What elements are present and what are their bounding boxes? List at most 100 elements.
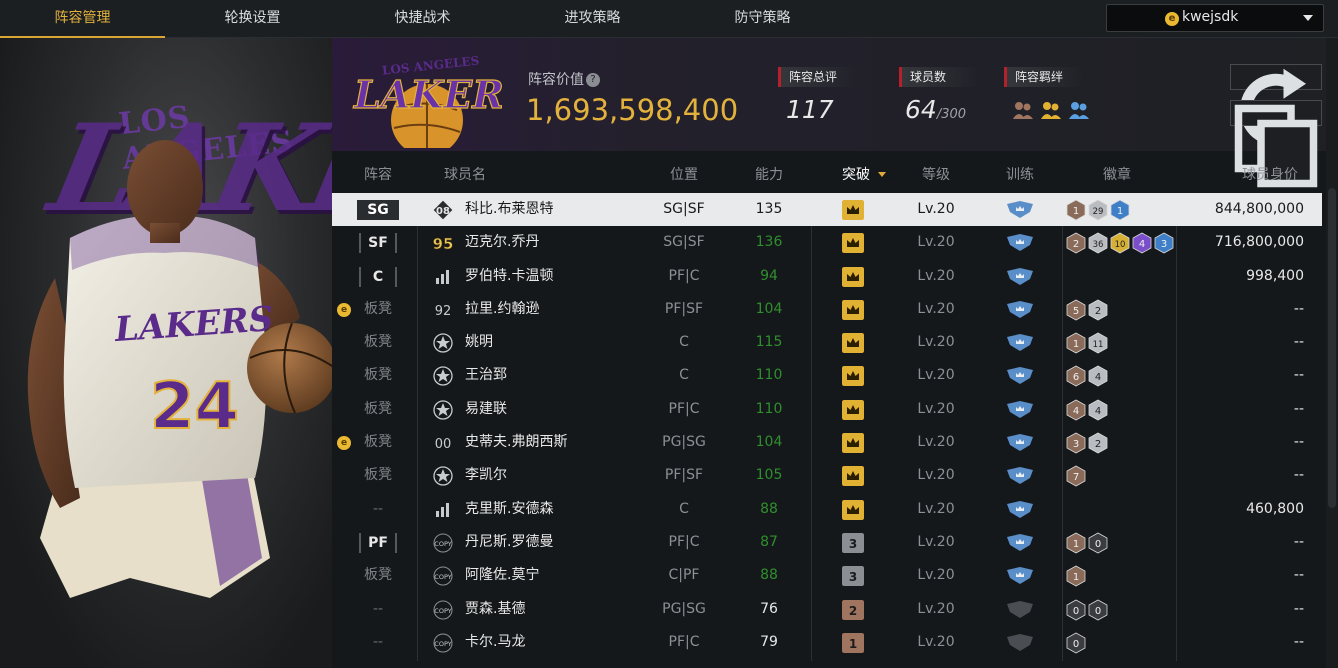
- tab-lineup[interactable]: 阵容管理: [0, 0, 165, 38]
- col-position[interactable]: 位置: [658, 164, 710, 184]
- scrollbar-thumb[interactable]: [1328, 188, 1336, 508]
- col-training[interactable]: 训练: [994, 164, 1046, 184]
- training-shield-icon[interactable]: [1006, 367, 1034, 385]
- breakthrough-crown-icon[interactable]: [842, 466, 864, 487]
- player-name[interactable]: 姚明: [465, 326, 655, 359]
- account-dropdown[interactable]: e kwejsdk: [1106, 4, 1324, 32]
- col-lineup[interactable]: 阵容: [352, 164, 404, 184]
- table-row[interactable]: -- COPY 贾森.基德 PG|SG 76 2 Lv.20 0 0 --: [332, 593, 1322, 626]
- badge-icon[interactable]: 0: [1066, 632, 1086, 654]
- breakthrough-crown-icon[interactable]: 3: [842, 532, 864, 553]
- badge-icon[interactable]: 1: [1110, 199, 1130, 221]
- col-level[interactable]: 等级: [910, 164, 962, 184]
- bond-gold-icon[interactable]: [1040, 100, 1062, 120]
- select-button[interactable]: 选拔: [1230, 64, 1322, 183]
- player-name[interactable]: 科比.布莱恩特: [465, 193, 655, 226]
- badge-icon[interactable]: 3: [1154, 232, 1174, 254]
- lineup-none[interactable]: --: [332, 493, 424, 526]
- badge-icon[interactable]: 6: [1066, 365, 1086, 387]
- badge-icon[interactable]: 5: [1066, 299, 1086, 321]
- col-badges[interactable]: 徽章: [1087, 164, 1147, 184]
- badge-icon[interactable]: 11: [1088, 332, 1108, 354]
- breakthrough-crown-icon[interactable]: [842, 433, 864, 454]
- training-shield-icon[interactable]: [1006, 267, 1034, 285]
- training-shield-icon[interactable]: [1006, 600, 1034, 618]
- training-shield-icon[interactable]: [1006, 533, 1034, 551]
- lineup-bench[interactable]: 板凳: [332, 359, 424, 392]
- training-shield-icon[interactable]: [1006, 300, 1034, 318]
- lineup-bench[interactable]: 板凳: [332, 393, 424, 426]
- training-shield-icon[interactable]: [1006, 567, 1034, 585]
- tab-offense-strategy[interactable]: 进攻策略: [510, 0, 675, 38]
- badge-icon[interactable]: 1: [1066, 199, 1086, 221]
- col-player-name[interactable]: 球员名: [435, 164, 495, 184]
- lineup-bench[interactable]: 板凳: [332, 559, 424, 592]
- badge-icon[interactable]: 2: [1088, 299, 1108, 321]
- scrollbar[interactable]: [1326, 38, 1338, 668]
- lineup-bench[interactable]: 板凳: [332, 326, 424, 359]
- player-name[interactable]: 李凯尔: [465, 459, 655, 492]
- badge-icon[interactable]: 1: [1066, 332, 1086, 354]
- lineup-slot[interactable]: SG: [357, 200, 399, 220]
- lineup-none[interactable]: --: [332, 593, 424, 626]
- badge-icon[interactable]: 1: [1066, 565, 1086, 587]
- table-row[interactable]: 板凳 e 92 拉里.约翰逊 PF|SF 104 Lv.20 5 2 --: [332, 293, 1322, 326]
- table-row[interactable]: SF 95 迈克尔.乔丹 SG|SF 136 Lv.20 2 36 10 4 3 716,800,00…: [332, 226, 1322, 259]
- recycle-button[interactable]: 回收: [1230, 100, 1322, 219]
- bond-blue-icon[interactable]: [1068, 100, 1090, 120]
- badge-icon[interactable]: 2: [1066, 232, 1086, 254]
- player-name[interactable]: 王治郅: [465, 359, 655, 392]
- lineup-slot[interactable]: PF: [359, 532, 397, 553]
- badge-icon[interactable]: 4: [1132, 232, 1152, 254]
- breakthrough-crown-icon[interactable]: [842, 200, 864, 220]
- training-shield-icon[interactable]: [1006, 334, 1034, 352]
- player-name[interactable]: 史蒂夫.弗朗西斯: [465, 426, 655, 459]
- lineup-bench[interactable]: 板凳: [332, 459, 424, 492]
- player-name[interactable]: 贾森.基德: [465, 593, 655, 626]
- training-shield-icon[interactable]: [1006, 467, 1034, 485]
- breakthrough-crown-icon[interactable]: [842, 366, 864, 387]
- lineup-slot[interactable]: SF: [359, 233, 397, 254]
- breakthrough-crown-icon[interactable]: [842, 399, 864, 420]
- badge-icon[interactable]: 29: [1088, 199, 1108, 221]
- breakthrough-crown-icon[interactable]: [842, 266, 864, 287]
- breakthrough-crown-icon[interactable]: [842, 233, 864, 254]
- bond-bronze-icon[interactable]: [1012, 100, 1034, 120]
- player-name[interactable]: 迈克尔.乔丹: [465, 226, 655, 259]
- badge-icon[interactable]: 3: [1066, 432, 1086, 454]
- table-row[interactable]: 板凳 李凯尔 PF|SF 105 Lv.20 7 --: [332, 459, 1322, 492]
- table-row[interactable]: C 罗伯特.卡温顿 PF|C 94 Lv.20 998,400: [332, 260, 1322, 293]
- lineup-none[interactable]: --: [332, 626, 424, 659]
- col-player-price[interactable]: 球员身价: [1230, 164, 1310, 184]
- table-row[interactable]: -- 克里斯.安德森 C 88 Lv.20 460,800: [332, 493, 1322, 526]
- table-row[interactable]: PF COPY 丹尼斯.罗德曼 PF|C 87 3 Lv.20 1 0 --: [332, 526, 1322, 559]
- badge-icon[interactable]: 0: [1088, 532, 1108, 554]
- lineup-slot[interactable]: C: [359, 266, 397, 287]
- player-name[interactable]: 易建联: [465, 393, 655, 426]
- help-icon[interactable]: ?: [586, 73, 600, 87]
- table-row[interactable]: SG 08 科比.布莱恩特 SG|SF 135 Lv.20 1 29 1 844,800,000: [332, 193, 1322, 227]
- player-name[interactable]: 罗伯特.卡温顿: [465, 260, 655, 293]
- breakthrough-crown-icon[interactable]: [842, 333, 864, 354]
- tab-defense-strategy[interactable]: 防守策略: [680, 0, 845, 38]
- player-name[interactable]: 阿隆佐.莫宁: [465, 559, 655, 592]
- badge-icon[interactable]: 2: [1088, 432, 1108, 454]
- training-shield-icon[interactable]: [1006, 633, 1034, 651]
- player-name[interactable]: 卡尔.马龙: [465, 626, 655, 659]
- tab-quick-tactics[interactable]: 快捷战术: [340, 0, 505, 38]
- training-shield-icon[interactable]: [1006, 434, 1034, 452]
- player-name[interactable]: 丹尼斯.罗德曼: [465, 526, 655, 559]
- badge-icon[interactable]: 0: [1066, 599, 1086, 621]
- training-shield-icon[interactable]: [1006, 234, 1034, 252]
- badge-icon[interactable]: 7: [1066, 465, 1086, 487]
- breakthrough-crown-icon[interactable]: [842, 499, 864, 520]
- player-name[interactable]: 克里斯.安德森: [465, 493, 655, 526]
- badge-icon[interactable]: 4: [1088, 365, 1108, 387]
- badge-icon[interactable]: 1: [1066, 532, 1086, 554]
- player-name[interactable]: 拉里.约翰逊: [465, 293, 655, 326]
- breakthrough-crown-icon[interactable]: 3: [842, 566, 864, 587]
- badge-icon[interactable]: 4: [1088, 399, 1108, 421]
- table-row[interactable]: 板凳 COPY 阿隆佐.莫宁 C|PF 88 3 Lv.20 1 --: [332, 559, 1322, 592]
- badge-icon[interactable]: 0: [1088, 599, 1108, 621]
- training-shield-icon[interactable]: [1006, 400, 1034, 418]
